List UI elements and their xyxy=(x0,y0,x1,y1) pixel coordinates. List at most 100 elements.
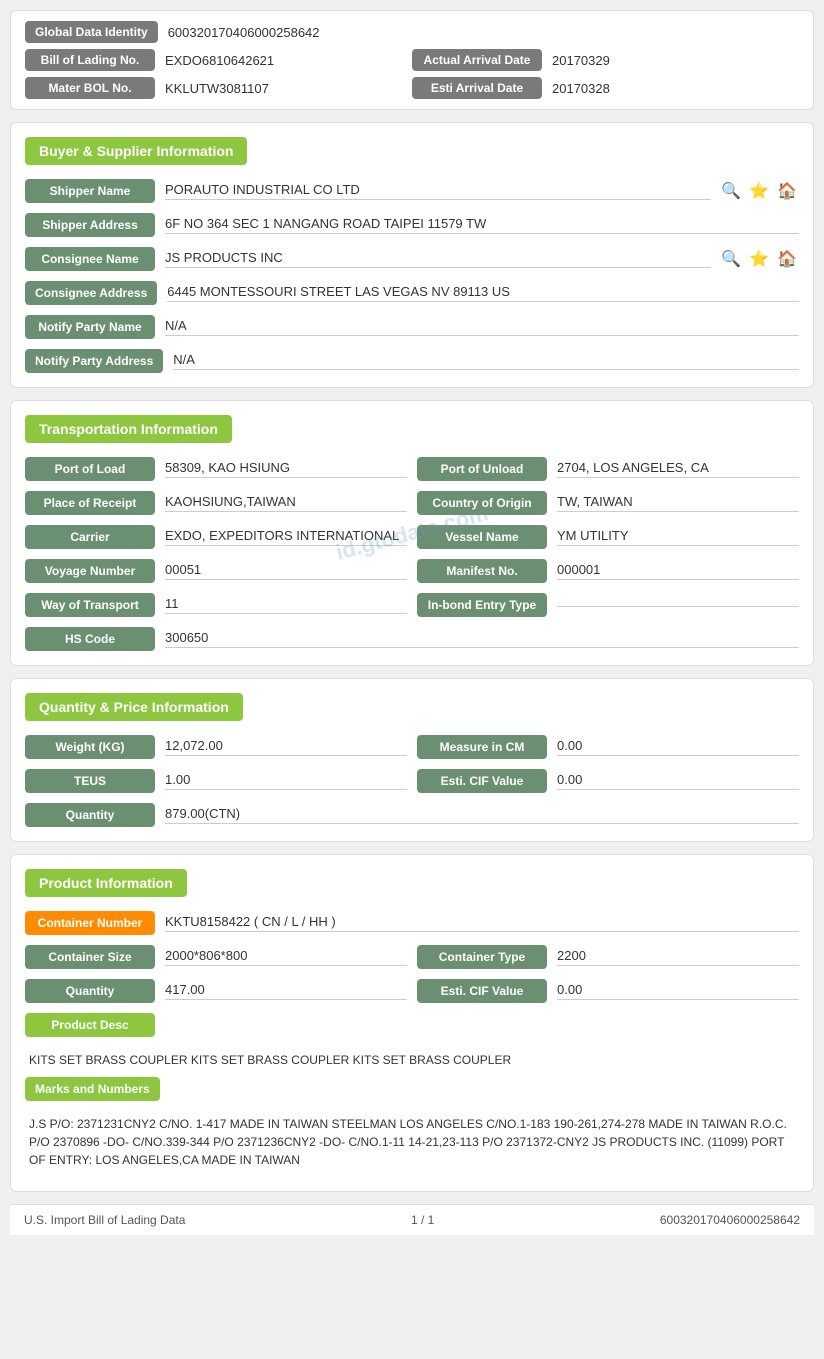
carrier-label: Carrier xyxy=(25,525,155,549)
carrier-value: EXDO, EXPEDITORS INTERNATIONAL xyxy=(165,528,407,546)
product-quantity-col: Quantity 417.00 xyxy=(25,979,407,1003)
notify-party-address-value: N/A xyxy=(173,352,799,370)
port-of-unload-label: Port of Unload xyxy=(417,457,547,481)
search-icon[interactable]: 🔍 xyxy=(719,179,743,203)
star-icon[interactable]: ⭐ xyxy=(747,179,771,203)
measure-col: Measure in CM 0.00 xyxy=(417,735,799,759)
notify-party-name-row: Notify Party Name N/A xyxy=(25,315,799,339)
page-wrapper: Global Data Identity 6003201704060002586… xyxy=(0,0,824,1235)
shipper-name-icons: 🔍 ⭐ 🏠 xyxy=(719,179,799,203)
port-of-load-col: Port of Load 58309, KAO HSIUNG xyxy=(25,457,407,481)
voyage-number-value: 00051 xyxy=(165,562,407,580)
hs-code-label: HS Code xyxy=(25,627,155,651)
consignee-name-row: Consignee Name JS PRODUCTS INC 🔍 ⭐ 🏠 xyxy=(25,247,799,271)
port-of-load-value: 58309, KAO HSIUNG xyxy=(165,460,407,478)
product-esti-cif-col: Esti. CIF Value 0.00 xyxy=(417,979,799,1003)
marks-text: J.S P/O: 2371231CNY2 C/NO. 1-417 MADE IN… xyxy=(25,1115,799,1169)
product-esti-cif-value: 0.00 xyxy=(557,982,799,1000)
quantity-row: Quantity 879.00(CTN) xyxy=(25,803,799,827)
consignee-star-icon[interactable]: ⭐ xyxy=(747,247,771,271)
notify-party-name-value: N/A xyxy=(165,318,799,336)
global-identity-label: Global Data Identity xyxy=(25,21,158,43)
measure-value: 0.00 xyxy=(557,738,799,756)
consignee-search-icon[interactable]: 🔍 xyxy=(719,247,743,271)
product-desc-section: Product Desc xyxy=(25,1013,799,1043)
esti-arrival-label: Esti Arrival Date xyxy=(412,77,542,99)
product-quantity-cif-row: Quantity 417.00 Esti. CIF Value 0.00 xyxy=(25,979,799,1003)
consignee-name-icons: 🔍 ⭐ 🏠 xyxy=(719,247,799,271)
container-size-value: 2000*806*800 xyxy=(165,948,407,966)
esti-cif-label: Esti. CIF Value xyxy=(417,769,547,793)
esti-cif-col: Esti. CIF Value 0.00 xyxy=(417,769,799,793)
buyer-supplier-section: Buyer & Supplier Information Shipper Nam… xyxy=(10,122,814,388)
in-bond-label: In-bond Entry Type xyxy=(417,593,547,617)
transport-inbond-row: Way of Transport 11 In-bond Entry Type xyxy=(25,593,799,617)
home-icon[interactable]: 🏠 xyxy=(775,179,799,203)
place-of-receipt-col: Place of Receipt KAOHSIUNG,TAIWAN xyxy=(25,491,407,515)
global-identity-row: Global Data Identity 6003201704060002586… xyxy=(25,21,799,43)
carrier-col: Carrier EXDO, EXPEDITORS INTERNATIONAL xyxy=(25,525,407,549)
quantity-price-header: Quantity & Price Information xyxy=(25,693,243,721)
consignee-address-label: Consignee Address xyxy=(25,281,157,305)
country-of-origin-label: Country of Origin xyxy=(417,491,547,515)
voyage-number-col: Voyage Number 00051 xyxy=(25,559,407,583)
container-type-value: 2200 xyxy=(557,948,799,966)
measure-label: Measure in CM xyxy=(417,735,547,759)
voyage-number-label: Voyage Number xyxy=(25,559,155,583)
quantity-value: 879.00(CTN) xyxy=(165,806,799,824)
carrier-vessel-row: Carrier EXDO, EXPEDITORS INTERNATIONAL V… xyxy=(25,525,799,549)
weight-value: 12,072.00 xyxy=(165,738,407,756)
product-quantity-value: 417.00 xyxy=(165,982,407,1000)
consignee-address-value: 6445 MONTESSOURI STREET LAS VEGAS NV 891… xyxy=(167,284,799,302)
container-number-value: KKTU8158422 ( CN / L / HH ) xyxy=(165,914,799,932)
voyage-manifest-row: Voyage Number 00051 Manifest No. 000001 xyxy=(25,559,799,583)
bol-label: Bill of Lading No. xyxy=(25,49,155,71)
actual-arrival-right: Actual Arrival Date 20170329 xyxy=(412,49,799,71)
weight-col: Weight (KG) 12,072.00 xyxy=(25,735,407,759)
manifest-no-col: Manifest No. 000001 xyxy=(417,559,799,583)
esti-arrival-right: Esti Arrival Date 20170328 xyxy=(412,77,799,99)
way-of-transport-label: Way of Transport xyxy=(25,593,155,617)
consignee-name-label: Consignee Name xyxy=(25,247,155,271)
footer: U.S. Import Bill of Lading Data 1 / 1 60… xyxy=(10,1204,814,1235)
consignee-name-value: JS PRODUCTS INC xyxy=(165,250,711,268)
vessel-name-label: Vessel Name xyxy=(417,525,547,549)
port-of-unload-value: 2704, LOS ANGELES, CA xyxy=(557,460,799,478)
product-desc-text: KITS SET BRASS COUPLER KITS SET BRASS CO… xyxy=(25,1051,799,1069)
manifest-no-label: Manifest No. xyxy=(417,559,547,583)
notify-party-address-label: Notify Party Address xyxy=(25,349,163,373)
teus-cif-row: TEUS 1.00 Esti. CIF Value 0.00 xyxy=(25,769,799,793)
transportation-header: Transportation Information xyxy=(25,415,232,443)
product-esti-cif-label: Esti. CIF Value xyxy=(417,979,547,1003)
consignee-home-icon[interactable]: 🏠 xyxy=(775,247,799,271)
country-of-origin-col: Country of Origin TW, TAIWAN xyxy=(417,491,799,515)
hs-code-value: 300650 xyxy=(165,630,799,648)
quantity-price-section: Quantity & Price Information Weight (KG)… xyxy=(10,678,814,842)
shipper-name-label: Shipper Name xyxy=(25,179,155,203)
container-type-col: Container Type 2200 xyxy=(417,945,799,969)
country-of-origin-value: TW, TAIWAN xyxy=(557,494,799,512)
port-row: Port of Load 58309, KAO HSIUNG Port of U… xyxy=(25,457,799,481)
in-bond-value xyxy=(557,604,799,607)
esti-cif-value: 0.00 xyxy=(557,772,799,790)
mater-bol-value: KKLUTW3081107 xyxy=(165,81,269,96)
footer-right: 600320170406000258642 xyxy=(660,1213,800,1227)
container-size-col: Container Size 2000*806*800 xyxy=(25,945,407,969)
marks-label: Marks and Numbers xyxy=(25,1077,160,1101)
hs-code-row: HS Code 300650 xyxy=(25,627,799,651)
actual-arrival-label: Actual Arrival Date xyxy=(412,49,542,71)
product-desc-label: Product Desc xyxy=(25,1013,155,1037)
way-of-transport-value: 11 xyxy=(165,596,407,614)
buyer-supplier-header: Buyer & Supplier Information xyxy=(25,137,247,165)
transportation-section: Transportation Information id.gtodata.co… xyxy=(10,400,814,666)
vessel-name-col: Vessel Name YM UTILITY xyxy=(417,525,799,549)
container-size-label: Container Size xyxy=(25,945,155,969)
bol-left: Bill of Lading No. EXDO6810642621 xyxy=(25,49,412,71)
weight-measure-row: Weight (KG) 12,072.00 Measure in CM 0.00 xyxy=(25,735,799,759)
global-identity-value: 600320170406000258642 xyxy=(168,25,320,40)
in-bond-col: In-bond Entry Type xyxy=(417,593,799,617)
bol-row: Bill of Lading No. EXDO6810642621 Actual… xyxy=(25,49,799,71)
weight-label: Weight (KG) xyxy=(25,735,155,759)
teus-col: TEUS 1.00 xyxy=(25,769,407,793)
product-header: Product Information xyxy=(25,869,187,897)
